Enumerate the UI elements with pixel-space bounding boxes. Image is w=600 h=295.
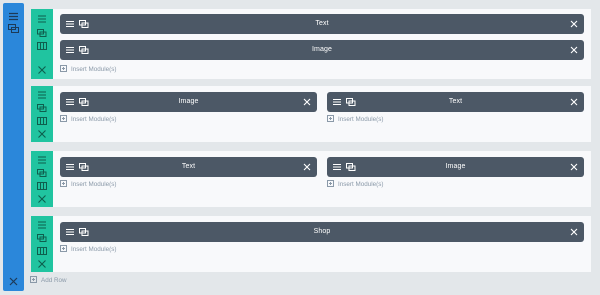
close-icon[interactable]: [36, 193, 48, 205]
module-text[interactable]: Text: [60, 157, 317, 177]
close-icon[interactable]: [301, 96, 313, 108]
close-icon[interactable]: [301, 161, 313, 173]
plus-icon: [327, 114, 334, 122]
add-row-label: Add Row: [41, 277, 67, 284]
close-icon[interactable]: [568, 44, 580, 56]
duplicate-icon[interactable]: [36, 167, 48, 179]
plus-icon: [327, 179, 334, 187]
row-column: Shop Insert Module(s): [53, 216, 591, 272]
insert-module-button[interactable]: Insert Module(s): [60, 64, 117, 75]
module-title: Image: [178, 98, 199, 105]
insert-module-button[interactable]: Insert Module(s): [327, 179, 384, 190]
row-settings-bar[interactable]: [31, 86, 53, 142]
plus-icon: [60, 64, 67, 72]
row-3: Text Insert Module(s) Image Insert Modul…: [31, 151, 591, 207]
row-settings-bar[interactable]: [31, 151, 53, 207]
close-icon[interactable]: [36, 128, 48, 140]
module-shop[interactable]: Shop: [60, 222, 584, 242]
insert-module-button[interactable]: Insert Module(s): [60, 179, 117, 190]
plus-icon: [60, 244, 67, 252]
insert-module-label: Insert Module(s): [71, 246, 117, 253]
plus-icon: [60, 179, 67, 187]
duplicate-icon[interactable]: [36, 232, 48, 244]
row-2: Image Insert Module(s) Text Insert Modul…: [31, 86, 591, 142]
module-title: Shop: [313, 228, 331, 235]
module-text[interactable]: Text: [327, 92, 584, 112]
module-text[interactable]: Text: [60, 14, 584, 34]
close-icon[interactable]: [568, 161, 580, 173]
columns-icon[interactable]: [36, 40, 48, 52]
hamburger-icon[interactable]: [36, 13, 48, 25]
row-columns: Text Insert Module(s) Image Insert Modul…: [53, 151, 591, 207]
add-row-button[interactable]: Add Row: [30, 275, 67, 286]
insert-module-button[interactable]: Insert Module(s): [327, 114, 384, 125]
module-image[interactable]: Image: [327, 157, 584, 177]
insert-module-label: Insert Module(s): [71, 116, 117, 123]
row-1: Text Image Insert Module(s): [31, 9, 591, 79]
row-4: Shop Insert Module(s): [31, 216, 591, 272]
insert-module-button[interactable]: Insert Module(s): [60, 114, 117, 125]
hamburger-icon[interactable]: [36, 89, 48, 101]
close-icon[interactable]: [7, 275, 20, 288]
duplicate-icon[interactable]: [7, 22, 20, 35]
duplicate-icon[interactable]: [36, 27, 48, 39]
section-settings-bar[interactable]: [3, 3, 24, 291]
module-title: Image: [445, 163, 466, 170]
close-icon[interactable]: [36, 64, 48, 76]
hamburger-icon[interactable]: [36, 219, 48, 231]
close-icon[interactable]: [36, 258, 48, 270]
row-settings-bar[interactable]: [31, 216, 53, 272]
insert-module-label: Insert Module(s): [71, 66, 117, 73]
row-columns: Image Insert Module(s) Text Insert Modul…: [53, 86, 591, 142]
insert-module-label: Insert Module(s): [338, 181, 384, 188]
module-title: Text: [448, 98, 463, 105]
insert-module-button[interactable]: Insert Module(s): [60, 244, 117, 255]
module-image[interactable]: Image: [60, 40, 584, 60]
row-column: Text Image Insert Module(s): [53, 9, 591, 79]
module-title: Text: [315, 20, 329, 27]
columns-icon[interactable]: [36, 245, 48, 257]
module-title: Image: [312, 46, 332, 53]
close-icon[interactable]: [568, 96, 580, 108]
hamburger-icon[interactable]: [36, 154, 48, 166]
columns-icon[interactable]: [36, 180, 48, 192]
module-title: Text: [181, 163, 196, 170]
insert-module-label: Insert Module(s): [71, 181, 117, 188]
row-settings-bar[interactable]: [31, 9, 53, 79]
module-image[interactable]: Image: [60, 92, 317, 112]
plus-icon: [30, 275, 37, 283]
plus-icon: [60, 114, 67, 122]
insert-module-label: Insert Module(s): [338, 116, 384, 123]
columns-icon[interactable]: [36, 115, 48, 127]
duplicate-icon[interactable]: [36, 102, 48, 114]
close-icon[interactable]: [568, 18, 580, 30]
close-icon[interactable]: [568, 226, 580, 238]
